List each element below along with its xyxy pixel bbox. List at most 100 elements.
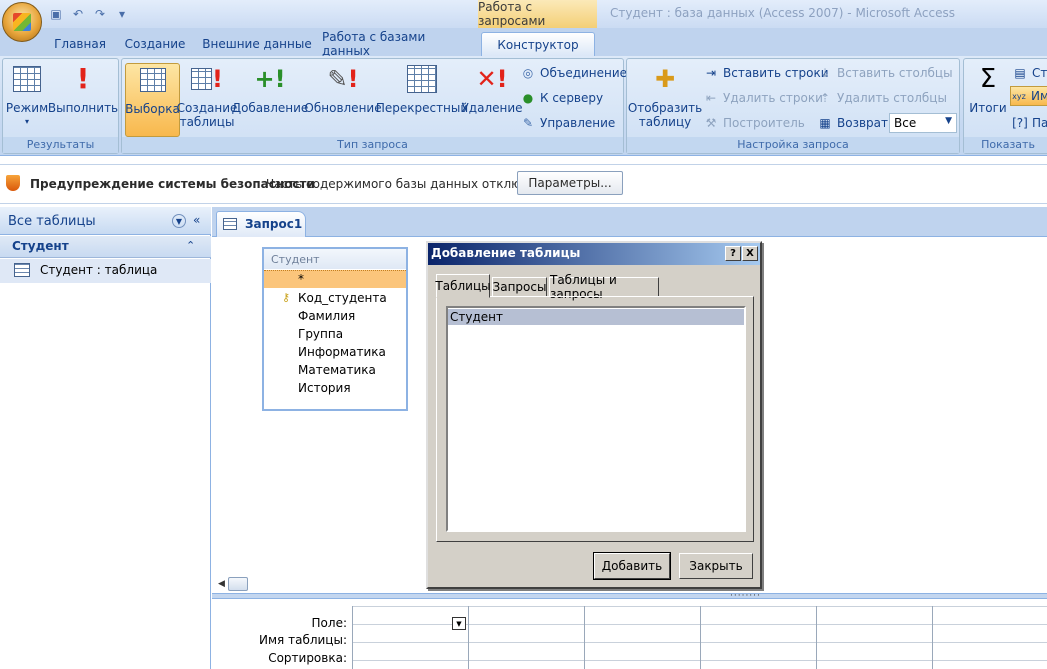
add-table-dialog: Добавление таблицы ? X Таблицы Запросы Т… (426, 241, 762, 589)
sigma-icon: Σ (979, 64, 997, 94)
field-item[interactable]: История (264, 379, 406, 397)
tab-external-data[interactable]: Внешние данные (198, 32, 316, 56)
tab-tables[interactable]: Таблицы (435, 274, 491, 298)
totals-button[interactable]: Σ Итоги (968, 63, 1008, 137)
design-grid: Поле: Имя таблицы: Сортировка: ▼ (212, 600, 1047, 669)
collapse-pane-icon[interactable]: « (193, 213, 200, 227)
tab-tables-and-queries[interactable]: Таблицы и запросы (549, 273, 659, 301)
pane-splitter[interactable]: ········ (212, 591, 1047, 601)
list-item[interactable]: Студент (448, 309, 744, 325)
delete-columns-label: Удалить столбцы (837, 91, 947, 105)
grid-column[interactable] (932, 606, 1047, 669)
table-names-button[interactable]: xyz Им (1010, 86, 1047, 106)
builder-button[interactable]: ⚒ Построитель (703, 113, 805, 133)
grid-column[interactable] (584, 606, 700, 669)
help-button[interactable]: ? (725, 246, 741, 261)
nav-header[interactable]: Все таблицы ▼ « (0, 207, 211, 235)
scroll-thumb[interactable] (228, 577, 248, 591)
delete-columns-icon: ⇡ (819, 91, 831, 105)
add-button[interactable]: Добавить (593, 552, 671, 580)
pencil-icon: ✎! (327, 65, 359, 93)
chevron-down-icon[interactable]: ▼ (172, 214, 186, 228)
pass-through-button[interactable]: ● К серверу (520, 88, 603, 108)
table-list[interactable]: Студент (446, 306, 746, 532)
data-definition-button[interactable]: ✎ Управление (520, 113, 615, 133)
field-item[interactable]: Группа (264, 325, 406, 343)
run-button[interactable]: ! Выполнить (48, 63, 118, 137)
insert-columns-icon: ⇣ (819, 66, 831, 80)
show-table-button[interactable]: ✚ Отобразить таблицу (627, 63, 703, 137)
field-item[interactable]: Фамилия (264, 307, 406, 325)
insert-columns-button[interactable]: ⇣ Вставить столбцы (817, 63, 953, 83)
tab-design[interactable]: Конструктор (481, 32, 595, 56)
nav-group-student[interactable]: Студент ⌃ (0, 236, 211, 258)
select-query-button[interactable]: Выборка (125, 63, 180, 137)
crosstab-button[interactable]: Перекрестный (376, 63, 468, 137)
field-label: * (298, 272, 304, 286)
chevron-down-icon: ▼ (945, 116, 952, 126)
redo-icon[interactable]: ↷ (92, 6, 108, 22)
grid-column[interactable] (816, 606, 932, 669)
save-icon[interactable]: ▣ (48, 6, 64, 22)
mode-label: Режим (5, 101, 49, 115)
group-label-query-type: Тип запроса (122, 137, 623, 153)
view-icon (11, 63, 43, 95)
manage-label: Управление (540, 116, 616, 130)
nav-item-student-table[interactable]: Студент : таблица (0, 259, 211, 283)
grid-column[interactable] (352, 606, 468, 669)
group-show: Σ Итоги ▤ Стр xyz Им [?] Па Показать (963, 58, 1047, 154)
property-sheet-button[interactable]: ▤ Стр (1012, 63, 1047, 83)
field-list-student[interactable]: Студент * ⚷ Код_студента Фамилия Группа И… (262, 247, 408, 411)
delete-rows-button[interactable]: ⇤ Удалить строки (703, 88, 823, 108)
tab-queries[interactable]: Запросы (492, 277, 547, 297)
nav-group-label: Студент (12, 239, 69, 253)
field-label: Математика (298, 363, 376, 377)
undo-icon[interactable]: ↶ (70, 6, 86, 22)
delete-query-button[interactable]: ✕! Удаление (461, 63, 522, 137)
document-tabs: Запрос1 (212, 207, 1047, 237)
return-select[interactable]: Все ▼ (889, 113, 957, 133)
grid-column[interactable] (468, 606, 584, 669)
context-tab-title: Работа с запросами (478, 0, 597, 28)
make-table-button[interactable]: ! Создание таблицы (177, 63, 238, 137)
server-label: К серверу (540, 91, 604, 105)
close-button[interactable]: Закрыть (679, 553, 753, 579)
union-icon: ◎ (522, 66, 534, 80)
make-table-icon: ! (191, 63, 223, 95)
field-dropdown-icon[interactable]: ▼ (452, 617, 466, 630)
show-table-label-1: Отобразить (627, 101, 703, 115)
close-icon[interactable]: X (742, 246, 758, 261)
tab-create[interactable]: Создание (118, 32, 192, 56)
field-item[interactable]: Информатика (264, 343, 406, 361)
row-label-table: Имя таблицы: (259, 633, 347, 647)
tab-database-tools[interactable]: Работа с базами данных (322, 30, 472, 58)
field-primary-key[interactable]: ⚷ Код_студента (264, 289, 406, 307)
insert-rows-button[interactable]: ⇥ Вставить строки (703, 63, 829, 83)
collapse-group-icon[interactable]: ⌃ (186, 239, 195, 252)
tab-home[interactable]: Главная (45, 32, 115, 56)
tab-query1[interactable]: Запрос1 (216, 211, 306, 237)
ribbon: Режим ▾ ! Выполнить Результаты Выборка !… (0, 56, 1047, 156)
field-item[interactable]: Математика (264, 361, 406, 379)
crosstab-label: Перекрестный (375, 101, 469, 115)
make-table-label-1: Создание (176, 101, 238, 115)
options-button[interactable]: Параметры... (517, 171, 623, 195)
grid-column[interactable] (700, 606, 816, 669)
append-button[interactable]: +! Добавление (232, 63, 309, 137)
select-query-icon (137, 64, 169, 96)
parameters-button[interactable]: [?] Па (1012, 113, 1047, 133)
office-button[interactable] (2, 2, 42, 42)
append-icon: +! (254, 65, 286, 93)
delete-columns-button[interactable]: ⇡ Удалить столбцы (817, 88, 947, 108)
office-logo-icon (13, 13, 31, 31)
mode-button[interactable]: Режим ▾ (5, 63, 49, 137)
customize-icon[interactable]: ▾ (114, 6, 130, 22)
group-results: Режим ▾ ! Выполнить Результаты (2, 58, 119, 154)
field-all[interactable]: * (264, 270, 406, 288)
update-button[interactable]: ✎! Обновление (304, 63, 381, 137)
field-list-title[interactable]: Студент (264, 249, 406, 269)
union-button[interactable]: ◎ Объединение (520, 63, 627, 83)
scroll-left-icon[interactable]: ◀ (218, 579, 225, 589)
security-message: Часть содержимого базы данных отключено (266, 177, 551, 191)
ribbon-tabs: Главная Создание Внешние данные Работа с… (0, 28, 1047, 58)
